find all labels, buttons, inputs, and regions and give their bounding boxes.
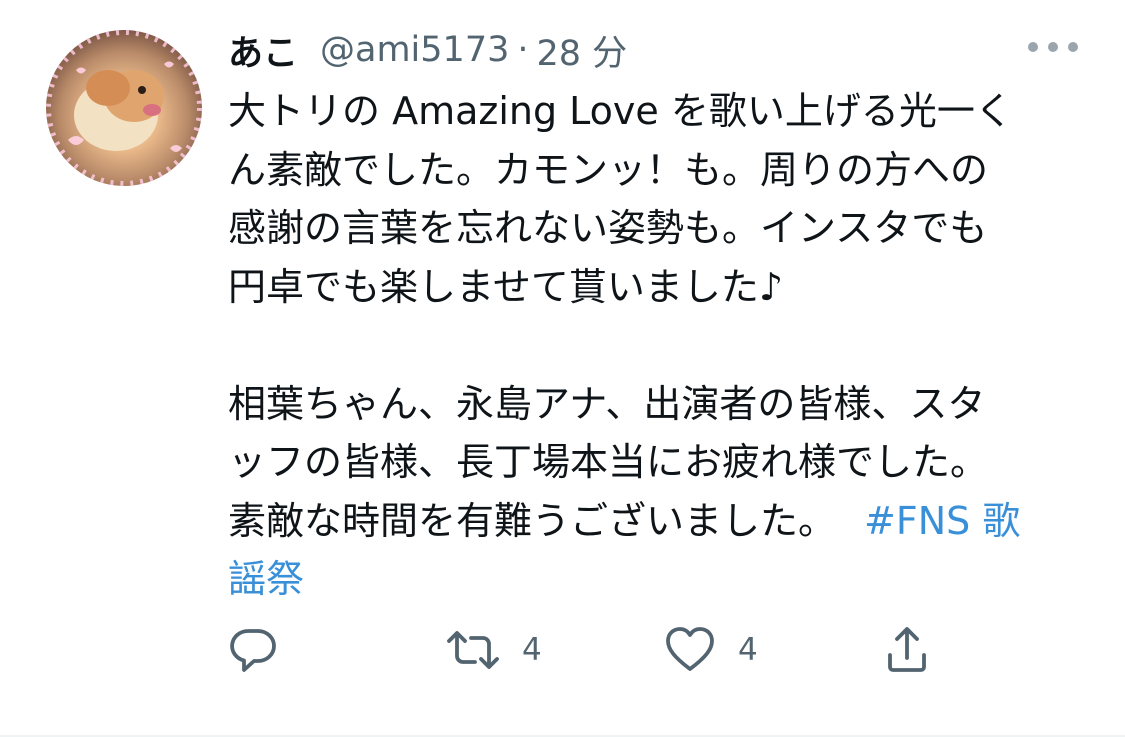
hashtag-link-continued[interactable]: 謡祭 bbox=[228, 557, 304, 601]
tweet-line: 大トリの Amazing Love を歌い上げる光一く bbox=[228, 89, 1013, 133]
tweet-line: 素敵な時間を有難うございました。 #FNS 歌 bbox=[228, 492, 1078, 551]
tweet-header: あこ @ami5173 · 28 分 bbox=[228, 22, 627, 78]
separator-dot: · bbox=[517, 30, 529, 70]
more-options-icon[interactable] bbox=[1028, 38, 1078, 58]
hashtag-link[interactable]: #FNS 歌 bbox=[864, 499, 1020, 543]
tweet-line: ん素敵でした。カモンッ！も。周りの方への bbox=[228, 147, 989, 192]
tweet-line: ッフの皆様、長丁場本当にお疲れ様でした。 bbox=[228, 440, 989, 484]
display-name[interactable]: あこ bbox=[228, 25, 298, 76]
share-button[interactable] bbox=[882, 622, 932, 678]
share-icon bbox=[888, 627, 926, 672]
action-bar: 4 4 bbox=[228, 622, 948, 678]
timestamp[interactable]: 28 分 bbox=[537, 25, 628, 76]
tweet-line: 相葉ちゃん、永島アナ、出演者の皆様、スタ bbox=[228, 381, 986, 426]
tweet-line: 円卓でも楽しませて貰いました♪ bbox=[228, 264, 784, 309]
retweet-button[interactable]: 4 bbox=[446, 622, 542, 678]
tweet-line: 謡祭 bbox=[228, 550, 1078, 609]
hamster-photo-icon bbox=[46, 30, 202, 186]
tweet-line: 感謝の言葉を忘れない姿勢も。インスタでも bbox=[228, 206, 988, 250]
retweet-icon bbox=[447, 631, 499, 669]
tweet-line-text: 素敵な時間を有難うございました。 bbox=[228, 498, 837, 543]
heart-icon bbox=[666, 627, 714, 671]
like-count: 4 bbox=[738, 632, 758, 668]
reply-button[interactable] bbox=[228, 622, 278, 678]
tweet-text: 大トリの Amazing Love を歌い上げる光一く ん素敵でした。カモンッ！… bbox=[228, 82, 1078, 609]
like-button[interactable]: 4 bbox=[664, 622, 758, 678]
avatar[interactable] bbox=[46, 30, 202, 186]
tweet-card[interactable]: あこ @ami5173 · 28 分 大トリの Amazing Love を歌い… bbox=[0, 0, 1125, 737]
retweet-count: 4 bbox=[522, 632, 542, 668]
reply-icon bbox=[230, 629, 276, 672]
user-handle[interactable]: @ami5173 bbox=[320, 30, 509, 70]
